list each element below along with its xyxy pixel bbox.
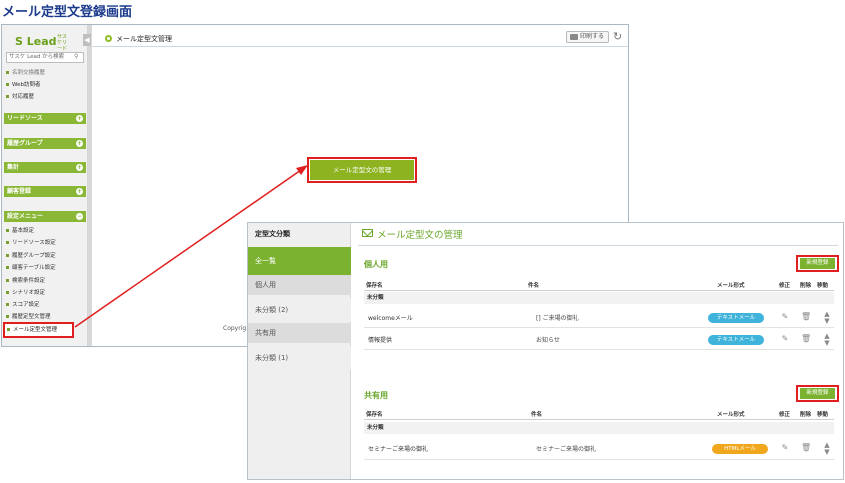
- column-header-name: 保存名: [366, 283, 383, 289]
- format-badge: テキストメール: [708, 313, 764, 323]
- section-heading-shared: 共有用: [364, 391, 388, 400]
- divider: [364, 290, 834, 291]
- updown-icon[interactable]: ▲ ▼: [822, 311, 832, 325]
- template-subject: お知らせ: [536, 337, 560, 344]
- category-group-shared[interactable]: 共有用: [248, 323, 351, 343]
- template-name[interactable]: セミナーご来場の御礼: [368, 444, 428, 453]
- column-header-format: メール形式: [717, 283, 745, 289]
- divider: [364, 327, 834, 328]
- column-header-subject: 件名: [531, 412, 543, 418]
- trash-icon[interactable]: 🗑: [801, 334, 811, 343]
- panel-title: メール定型文の管理: [377, 230, 463, 241]
- column-header-move: 移動: [817, 412, 829, 418]
- trash-icon[interactable]: 🗑: [801, 312, 811, 321]
- template-subject: [] ご来場の御礼: [536, 315, 579, 322]
- column-header-delete: 削除: [800, 412, 812, 418]
- column-header-format: メール形式: [717, 412, 745, 418]
- column-header-move: 移動: [817, 283, 829, 289]
- updown-icon[interactable]: ▲ ▼: [822, 333, 832, 347]
- pencil-icon[interactable]: ✎: [780, 334, 790, 343]
- divider: [364, 419, 834, 420]
- pencil-icon[interactable]: ✎: [780, 443, 790, 452]
- column-header-delete: 削除: [800, 283, 812, 289]
- pencil-icon[interactable]: ✎: [780, 312, 790, 321]
- category-personal-uncategorized[interactable]: 未分類 (2): [248, 298, 351, 322]
- column-header-name: 保存名: [366, 412, 383, 418]
- new-register-button[interactable]: 新規登録: [800, 258, 835, 269]
- envelope-icon: [362, 229, 373, 237]
- column-header-subject: 件名: [528, 283, 540, 289]
- format-badge: テキストメール: [708, 335, 764, 345]
- divider: [364, 349, 834, 350]
- column-header-edit: 修正: [779, 412, 791, 418]
- column-header-edit: 修正: [779, 283, 791, 289]
- template-subject: セミナーご来場の御礼: [536, 446, 597, 453]
- category-all[interactable]: 全一覧: [248, 247, 351, 275]
- group-row: 未分類: [364, 422, 834, 434]
- updown-icon[interactable]: ▲ ▼: [822, 442, 832, 456]
- section-heading-personal: 個人用: [364, 260, 388, 269]
- new-register-button[interactable]: 新規登録: [800, 388, 835, 399]
- trash-icon[interactable]: 🗑: [801, 443, 811, 452]
- category-header: 定型文分類: [255, 230, 290, 238]
- divider: [364, 459, 834, 460]
- template-name[interactable]: welcomeメール: [368, 313, 413, 322]
- divider: [358, 245, 838, 246]
- group-row: 未分類: [364, 292, 834, 304]
- template-name[interactable]: 情報提供: [368, 335, 392, 344]
- category-shared-uncategorized[interactable]: 未分類 (1): [248, 346, 351, 370]
- format-badge: HTMLメール: [712, 444, 768, 454]
- category-group-personal[interactable]: 個人用: [248, 275, 351, 295]
